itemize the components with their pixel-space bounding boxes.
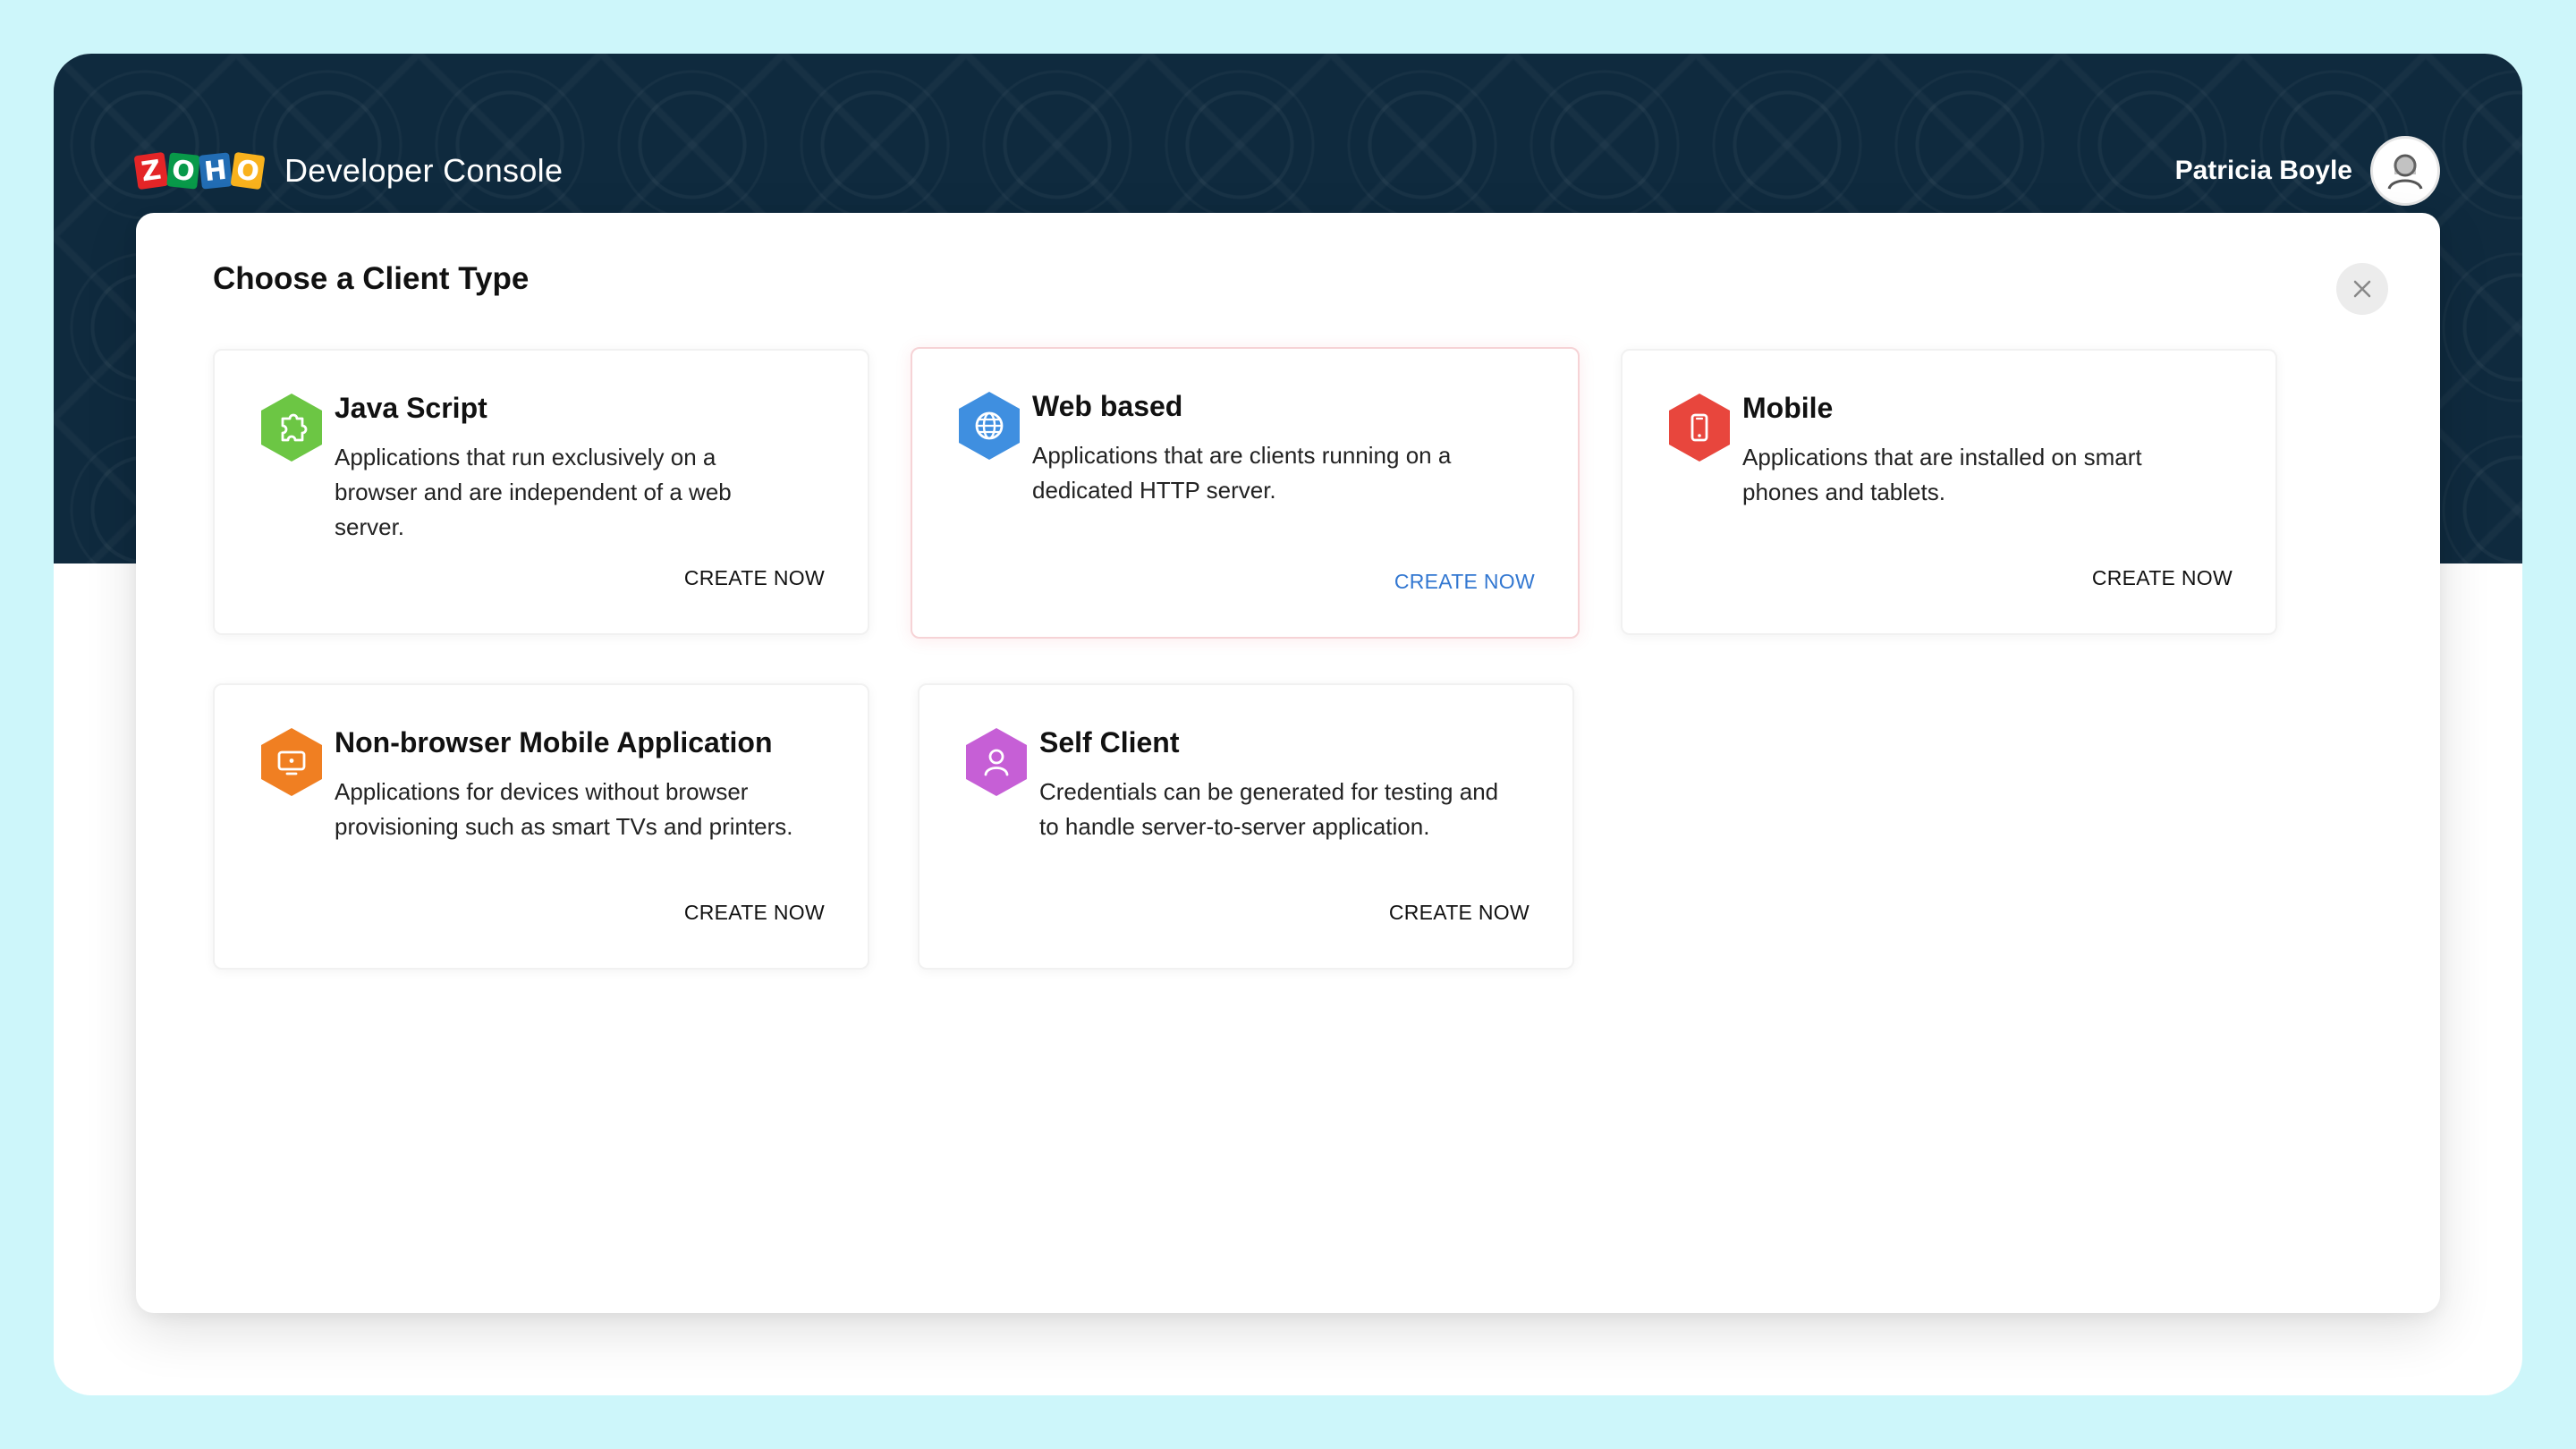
- modal-title: Choose a Client Type: [213, 261, 530, 296]
- client-card-javascript[interactable]: Java Script Applications that run exclus…: [213, 349, 869, 635]
- client-type-modal: Choose a Client Type Java Script Applica…: [136, 213, 2440, 1313]
- card-description: Applications that are clients running on…: [1032, 442, 1452, 504]
- card-description: Applications that are installed on smart…: [1742, 444, 2142, 505]
- globe-icon: [957, 390, 1021, 462]
- create-now-button[interactable]: CREATE NOW: [684, 566, 825, 590]
- card-description: Credentials can be generated for testing…: [1039, 778, 1499, 840]
- user-name: Patricia Boyle: [2174, 156, 2352, 185]
- card-description: Applications for devices without browser…: [335, 778, 793, 840]
- card-title: Mobile: [1742, 392, 1834, 424]
- tv-icon: [259, 726, 324, 798]
- logo-letter: O: [230, 151, 266, 191]
- close-icon: [2353, 280, 2371, 298]
- user-icon: [964, 726, 1029, 798]
- brand[interactable]: Z O H O Developer Console: [133, 151, 564, 191]
- logo-letter: O: [166, 152, 200, 190]
- client-card-web-based[interactable]: Web based Applications that are clients …: [911, 347, 1580, 639]
- logo-letter: Z: [133, 151, 169, 191]
- logo-letter: H: [199, 152, 233, 190]
- user-avatar-icon: [2380, 146, 2430, 196]
- user-menu[interactable]: Patricia Boyle: [2175, 136, 2440, 206]
- zoho-logo: Z O H O: [133, 151, 266, 191]
- card-description: Applications that run exclusively on a b…: [335, 444, 732, 540]
- create-now-button[interactable]: CREATE NOW: [1394, 570, 1535, 594]
- phone-icon: [1667, 392, 1732, 463]
- close-button[interactable]: [2336, 263, 2388, 315]
- create-now-button[interactable]: CREATE NOW: [1389, 901, 1530, 925]
- card-title: Web based: [1032, 390, 1183, 422]
- card-title: Non-browser Mobile Application: [335, 726, 773, 758]
- card-title: Self Client: [1039, 726, 1180, 758]
- client-card-non-browser[interactable]: Non-browser Mobile Application Applicati…: [213, 683, 869, 970]
- card-title: Java Script: [335, 392, 487, 424]
- puzzle-icon: [259, 392, 324, 463]
- avatar[interactable]: [2370, 136, 2440, 206]
- create-now-button[interactable]: CREATE NOW: [2092, 566, 2233, 590]
- client-card-mobile[interactable]: Mobile Applications that are installed o…: [1621, 349, 2277, 635]
- top-bar: Z O H O Developer Console Patricia Boyle: [133, 131, 2440, 211]
- create-now-button[interactable]: CREATE NOW: [684, 901, 825, 925]
- client-card-self-client[interactable]: Self Client Credentials can be generated…: [918, 683, 1574, 970]
- app-frame: Z O H O Developer Console Patricia Boyle…: [54, 54, 2522, 1395]
- app-title: Developer Console: [284, 152, 564, 189]
